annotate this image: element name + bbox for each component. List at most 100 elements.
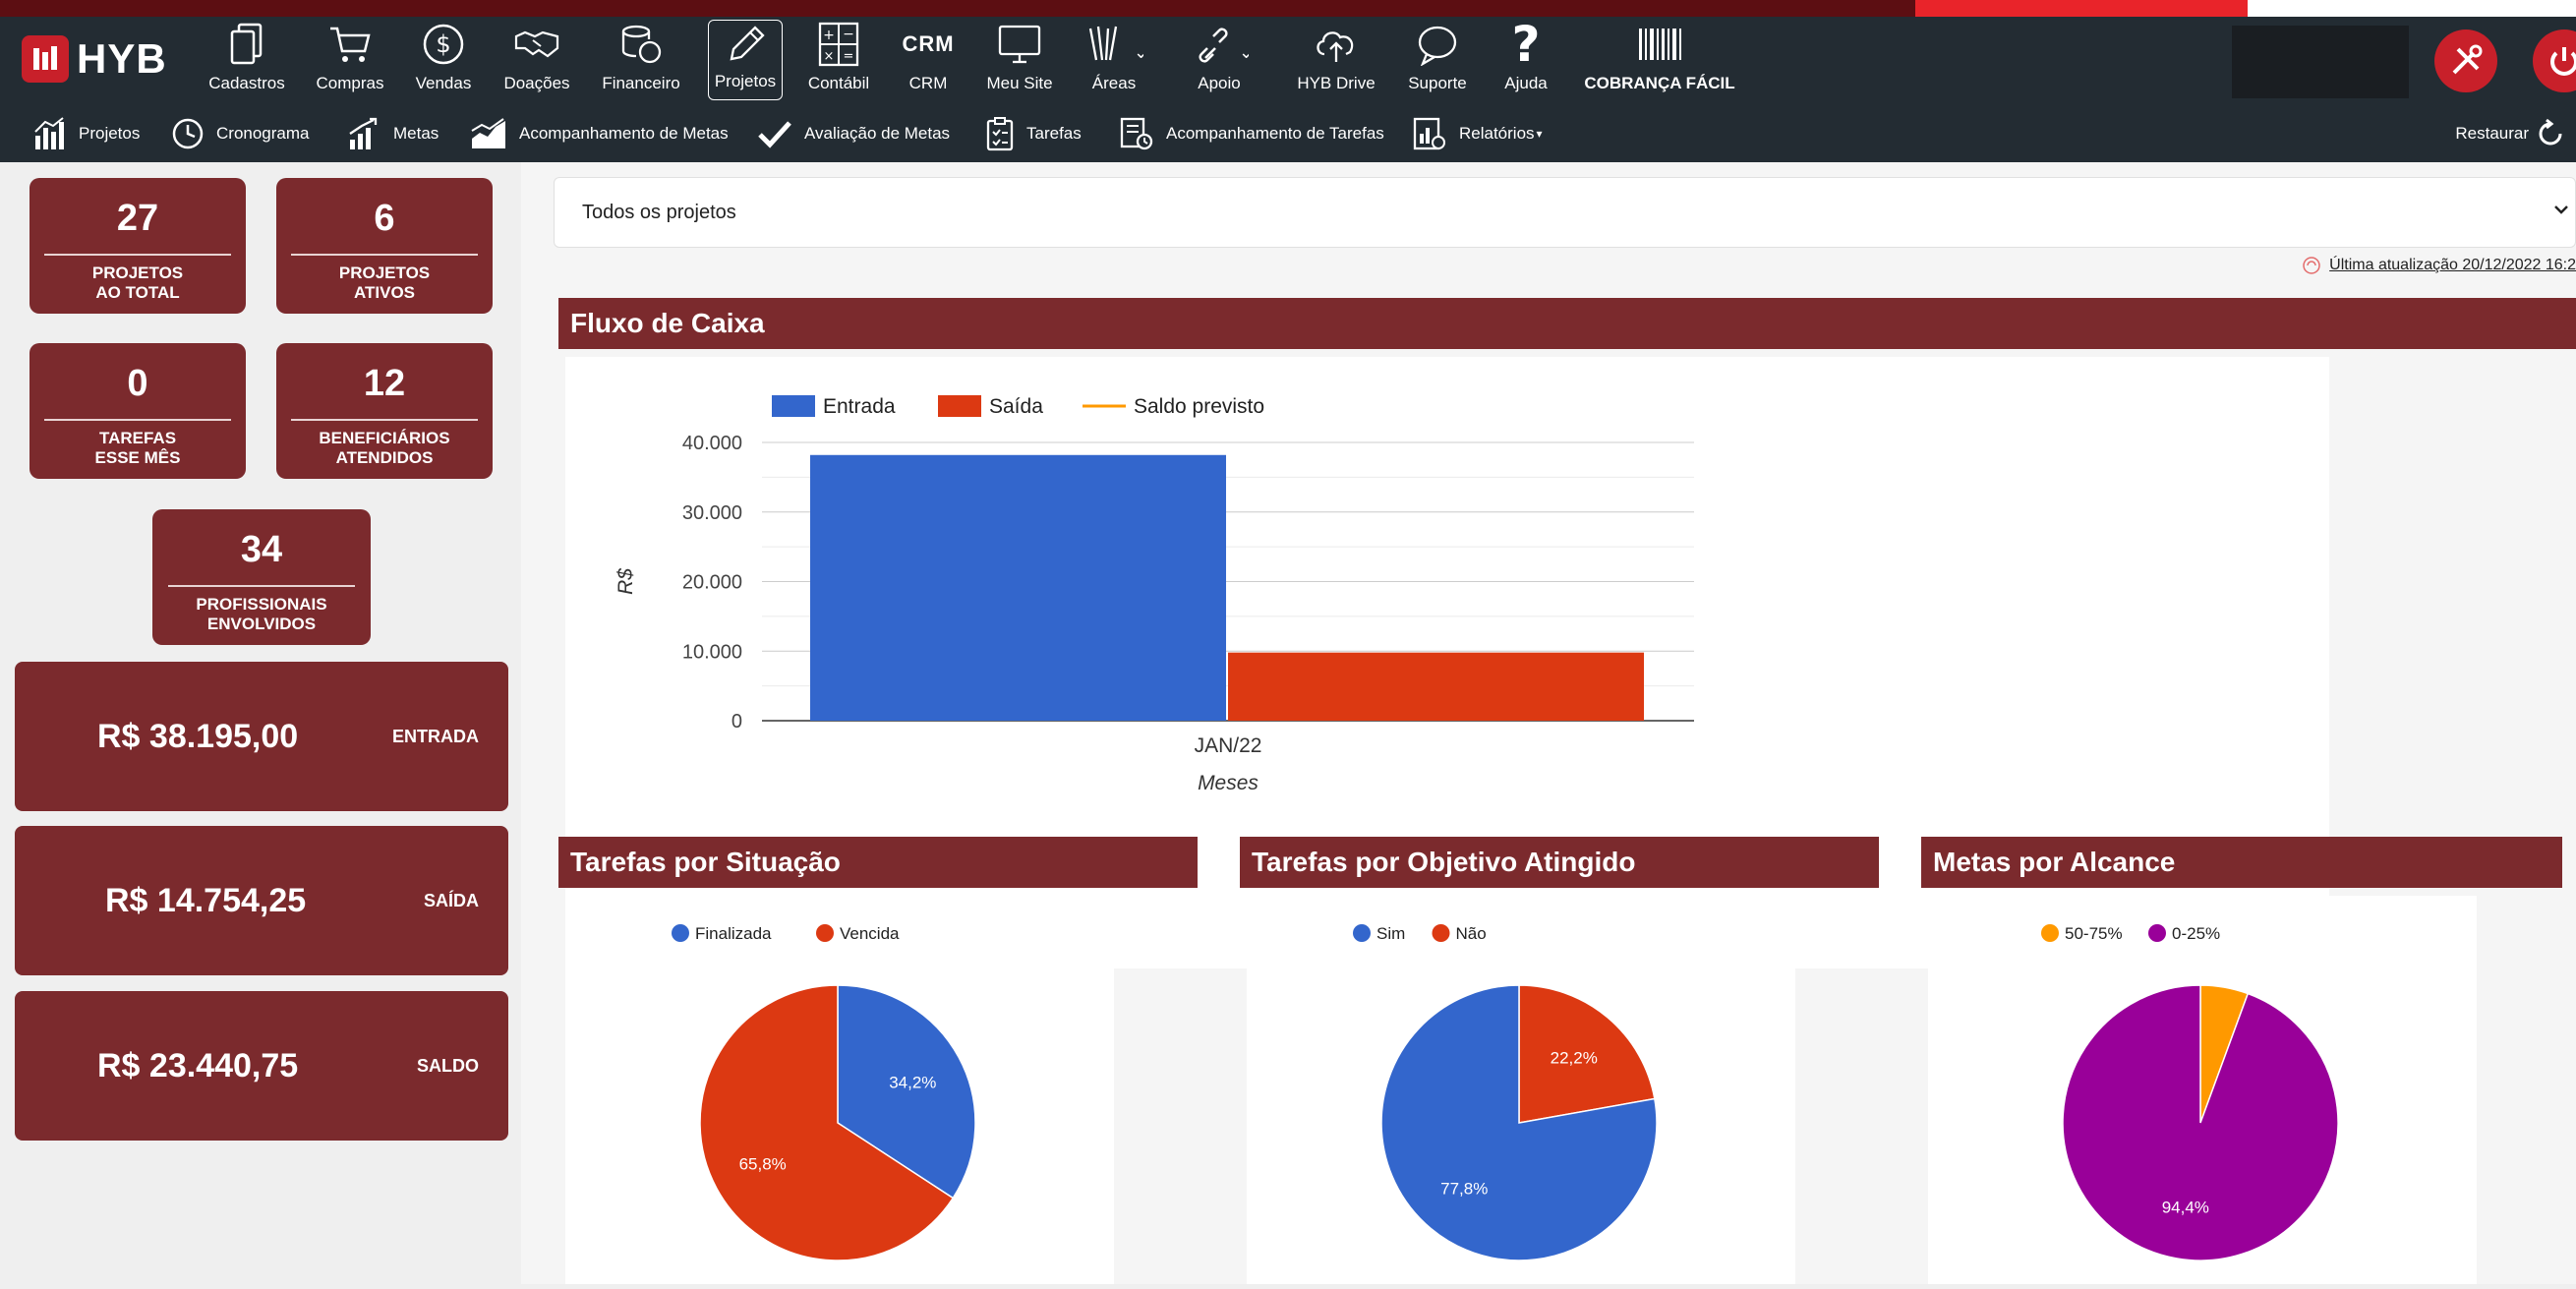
subnav-cronograma[interactable]: Cronograma xyxy=(171,105,310,162)
summary-panel: 27 PROJETOS AO TOTAL 6 PROJETOS ATIVOS 0… xyxy=(0,162,521,1284)
stat-label-1: PROFISSIONAIS xyxy=(196,595,327,614)
money-saldo: R$ 23.440,75 SALDO xyxy=(15,991,508,1141)
stat-label-2: ESSE MÊS xyxy=(94,448,181,467)
subnav-metas[interactable]: Metas xyxy=(346,105,439,162)
pie-slice-0-25-[interactable] xyxy=(2062,984,2339,1261)
money-value: R$ 38.195,00 xyxy=(97,717,299,755)
stat-tarefas-mes: 0 TAREFAS ESSE MÊS xyxy=(29,343,246,479)
nav-vendas[interactable]: $ Vendas xyxy=(405,17,482,105)
svg-text:⌄: ⌄ xyxy=(1239,42,1249,63)
nav-label: COBRANÇA FÁCIL xyxy=(1584,74,1735,92)
stat-label-1: TAREFAS xyxy=(98,429,177,447)
power-icon xyxy=(2550,47,2576,76)
nav-projetos[interactable]: Projetos xyxy=(708,20,783,100)
bar-chart-icon xyxy=(34,117,64,149)
subnav-tarefas[interactable]: Tarefas xyxy=(985,105,1082,162)
top-accent-white xyxy=(2248,0,2576,17)
top-accent-red xyxy=(1915,0,2248,17)
nav-contabil[interactable]: + − × = Contábil xyxy=(800,17,877,105)
nav-crm[interactable]: CRM CRM xyxy=(893,17,964,105)
project-filter-select[interactable]: Todos os projetos xyxy=(554,177,2576,248)
legend-label: Finalizada xyxy=(695,924,772,943)
pie-label: 65,8% xyxy=(739,1154,787,1173)
pie-label: 77,8% xyxy=(1440,1180,1488,1199)
nav-doacoes[interactable]: Doações xyxy=(498,17,576,105)
nav-apoio[interactable]: ⌄ Apoio xyxy=(1178,17,1260,105)
copy-icon xyxy=(227,19,266,70)
link-icon: ⌄ xyxy=(1190,19,1249,70)
sub-navbar: Projetos Cronograma Metas Acompanhamento… xyxy=(0,105,2576,162)
restore-button[interactable]: Restaurar xyxy=(2455,105,2566,162)
tasks-goal-chart-area: Sim Não 22,2% 77,8% xyxy=(1247,896,1795,1284)
pie-label: 22,2% xyxy=(1551,1048,1598,1067)
legend-label: Saída xyxy=(989,395,1043,418)
legend-label: 0-25% xyxy=(2172,924,2220,943)
barcode-icon xyxy=(1635,19,1684,70)
tools-button[interactable] xyxy=(2434,29,2497,92)
tasks-goal-title: Tarefas por Objetivo Atingido xyxy=(1252,847,1636,877)
nav-label: Cadastros xyxy=(208,74,285,92)
money-label: ENTRADA xyxy=(392,726,479,746)
goals-reach-chart-area: 50-75% 0-25% 94,4% xyxy=(1928,896,2477,1284)
nav-ajuda[interactable]: ? Ajuda xyxy=(1493,16,1559,105)
report-icon xyxy=(1413,117,1445,150)
stat-value: 27 xyxy=(116,198,159,239)
legend-swatch xyxy=(938,395,981,417)
nav-hyb-drive[interactable]: HYB Drive xyxy=(1290,17,1382,105)
nav-label: Meu Site xyxy=(986,74,1053,92)
money-label: SALDO xyxy=(417,1055,479,1076)
nav-cobranca-facil[interactable]: COBRANÇA FÁCIL xyxy=(1577,17,1742,105)
nav-label: HYB Drive xyxy=(1297,74,1376,92)
chat-icon xyxy=(1415,19,1460,70)
cloud-upload-icon xyxy=(1313,19,1360,70)
tasks-status-chart-area: Finalizada Vencida 34,2% 65,8% xyxy=(565,896,1114,1284)
stat-projetos-ativos: 6 PROJETOS ATIVOS xyxy=(276,178,493,314)
stat-divider xyxy=(44,254,231,256)
hyb-logo[interactable]: HYB xyxy=(22,34,167,84)
goals-reach-title: Metas por Alcance xyxy=(1933,847,2176,877)
legend-dot xyxy=(672,924,689,942)
stat-label-2: AO TOTAL xyxy=(95,283,180,302)
pie-label: 94,4% xyxy=(2162,1198,2209,1216)
subnav-relatorios[interactable]: Relatórios ▾ xyxy=(1412,105,1543,162)
subnav-acomp-tarefas[interactable]: Acompanhamento de Tarefas xyxy=(1119,105,1384,162)
stat-divider xyxy=(291,419,478,421)
user-area[interactable] xyxy=(2232,26,2409,98)
subnav-label: Cronograma xyxy=(216,124,310,143)
subnav-avaliacao-metas[interactable]: Avaliação de Metas xyxy=(757,105,950,162)
subnav-label: Tarefas xyxy=(1026,124,1082,143)
last-update-link[interactable]: Última atualização 20/12/2022 16:2 xyxy=(2302,256,2576,275)
subnav-projetos[interactable]: Projetos xyxy=(31,105,140,162)
money-value: R$ 14.754,25 xyxy=(105,881,307,919)
refresh-icon xyxy=(2303,257,2320,274)
stat-label-2: ATENDIDOS xyxy=(335,448,434,467)
nav-suporte[interactable]: Suporte xyxy=(1400,17,1475,105)
nav-label: Vendas xyxy=(415,74,472,92)
restore-label: Restaurar xyxy=(2455,124,2529,143)
svg-text:×: × xyxy=(824,49,835,64)
nav-label: Doações xyxy=(503,74,570,92)
bar-saída[interactable] xyxy=(1228,652,1644,721)
nav-cadastros[interactable]: Cadastros xyxy=(203,17,291,105)
subnav-label: Relatórios xyxy=(1459,124,1535,143)
coins-icon xyxy=(618,19,664,70)
cashflow-title: Fluxo de Caixa xyxy=(570,308,765,338)
subnav-label: Avaliação de Metas xyxy=(804,124,951,143)
legend-label: Saldo previsto xyxy=(1134,395,1264,418)
power-button[interactable] xyxy=(2533,29,2576,92)
nav-meu-site[interactable]: Meu Site xyxy=(979,17,1060,105)
nav-areas[interactable]: ⌄ Áreas xyxy=(1078,17,1150,105)
dashboard-main: Todos os projetos Última atualização 20/… xyxy=(521,162,2576,1284)
tasks-goal-header: Tarefas por Objetivo Atingido xyxy=(1240,837,1879,888)
money-label: SAÍDA xyxy=(423,890,479,910)
svg-text:−: − xyxy=(843,27,854,42)
bar-entrada[interactable] xyxy=(810,454,1226,721)
cashflow-header: Fluxo de Caixa xyxy=(558,298,2576,349)
top-accent-strip xyxy=(0,0,2576,17)
nav-compras[interactable]: Compras xyxy=(311,17,389,105)
stat-projetos-total: 27 PROJETOS AO TOTAL xyxy=(29,178,246,314)
tasks-goal-pie: Sim Não 22,2% 77,8% xyxy=(1353,924,1658,1261)
nav-financeiro[interactable]: Financeiro xyxy=(594,17,688,105)
money-entrada: R$ 38.195,00 ENTRADA xyxy=(15,662,508,811)
subnav-acomp-metas[interactable]: Acompanhamento de Metas xyxy=(470,105,729,162)
